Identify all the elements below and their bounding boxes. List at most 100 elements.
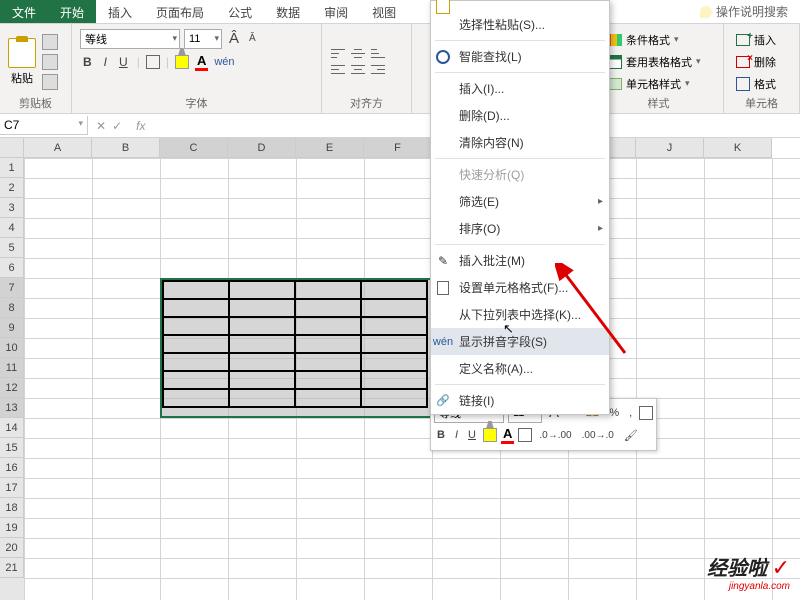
ctx-phonetic[interactable]: wén显示拼音字段(S) — [431, 328, 609, 355]
mini-underline[interactable]: U — [465, 427, 479, 443]
tab-layout[interactable]: 页面布局 — [144, 0, 216, 23]
mini-border-button[interactable] — [639, 406, 653, 420]
fill-color-button[interactable] — [175, 55, 189, 69]
tab-home[interactable]: 开始 — [48, 0, 96, 23]
row-header-17[interactable]: 17 — [0, 478, 24, 498]
border-button[interactable] — [146, 55, 160, 69]
row-header-4[interactable]: 4 — [0, 218, 24, 238]
align-center-icon[interactable] — [350, 63, 366, 77]
ctx-paste-special[interactable]: 选择性粘贴(S)... — [431, 11, 609, 38]
row-header-1[interactable]: 1 — [0, 158, 24, 178]
font-size-combo[interactable]: 11 — [184, 29, 222, 49]
row-header-12[interactable]: 12 — [0, 378, 24, 398]
ctx-sort[interactable]: 排序(O) — [431, 215, 609, 242]
row-header-19[interactable]: 19 — [0, 518, 24, 538]
tab-review[interactable]: 审阅 — [312, 0, 360, 23]
cell-styles-button[interactable]: 单元格样式 ▾ — [602, 75, 705, 93]
row-header-18[interactable]: 18 — [0, 498, 24, 518]
shrink-font-button[interactable]: Ǎ — [246, 31, 259, 46]
ctx-format-cells[interactable]: 设置单元格格式(F)... — [431, 274, 609, 301]
row-header-7[interactable]: 7 — [0, 278, 24, 298]
tab-view[interactable]: 视图 — [360, 0, 408, 23]
row-header-14[interactable]: 14 — [0, 418, 24, 438]
align-right-icon[interactable] — [370, 63, 386, 77]
col-header-D[interactable]: D — [228, 138, 296, 158]
row-header-3[interactable]: 3 — [0, 198, 24, 218]
row-header-20[interactable]: 20 — [0, 538, 24, 558]
group-styles-label: 样式 — [602, 95, 715, 111]
formula-bar: C7 ✕ ✓ fx — [0, 114, 800, 138]
mini-format-painter[interactable]: 🖌 — [621, 427, 641, 444]
row-header-16[interactable]: 16 — [0, 458, 24, 478]
ctx-smart-lookup[interactable]: 智能查找(L) — [431, 43, 609, 70]
mini-font-color[interactable]: A — [501, 426, 514, 444]
ctx-dropdown-list[interactable]: 从下拉列表中选择(K)... — [431, 301, 609, 328]
ctx-insert-comment[interactable]: ✎插入批注(M) — [431, 247, 609, 274]
select-all-corner[interactable] — [0, 138, 24, 158]
font-name-combo[interactable]: 等线 — [80, 29, 180, 49]
tab-insert[interactable]: 插入 — [96, 0, 144, 23]
delete-cells-button[interactable]: 删除 — [732, 53, 780, 71]
col-header-J[interactable]: J — [636, 138, 704, 158]
cells-canvas[interactable] — [24, 158, 800, 600]
align-left-icon[interactable] — [330, 63, 346, 77]
ctx-paste-icon-row[interactable] — [431, 1, 609, 11]
grow-font-button[interactable]: Â — [226, 28, 242, 49]
col-header-E[interactable]: E — [296, 138, 364, 158]
row-header-15[interactable]: 15 — [0, 438, 24, 458]
group-cells-label: 单元格 — [732, 95, 791, 111]
row-header-8[interactable]: 8 — [0, 298, 24, 318]
mini-italic[interactable]: I — [452, 427, 461, 443]
align-top-icon[interactable] — [330, 47, 346, 61]
row-header-6[interactable]: 6 — [0, 258, 24, 278]
underline-button[interactable]: U — [116, 53, 131, 71]
ctx-delete[interactable]: 删除(D)... — [431, 102, 609, 129]
tab-tellme[interactable]: 操作说明搜索 — [688, 0, 800, 23]
mini-borders[interactable] — [518, 428, 532, 442]
col-header-C[interactable]: C — [160, 138, 228, 158]
row-header-10[interactable]: 10 — [0, 338, 24, 358]
name-box[interactable]: C7 — [0, 116, 88, 135]
copy-icon[interactable] — [42, 54, 58, 70]
tab-formulas[interactable]: 公式 — [216, 0, 264, 23]
enter-button[interactable]: ✓ — [112, 119, 122, 133]
mini-comma-button[interactable]: , — [626, 405, 635, 421]
bold-button[interactable]: B — [80, 53, 95, 71]
col-header-B[interactable]: B — [92, 138, 160, 158]
mini-bold[interactable]: B — [434, 427, 448, 443]
format-painter-icon[interactable] — [42, 74, 58, 90]
phonetic-guide-icon[interactable]: wén — [214, 56, 234, 68]
row-header-9[interactable]: 9 — [0, 318, 24, 338]
mini-dec-decimal[interactable]: .00→.0 — [579, 428, 617, 443]
cut-icon[interactable] — [42, 34, 58, 50]
insert-cells-button[interactable]: 插入 — [732, 31, 780, 49]
col-header-F[interactable]: F — [364, 138, 432, 158]
ctx-link[interactable]: 链接(I) — [431, 387, 609, 414]
fx-icon[interactable]: fx — [130, 119, 151, 133]
mini-fill-color[interactable] — [483, 428, 497, 442]
mini-inc-decimal[interactable]: .0→.00 — [536, 428, 574, 443]
col-header-K[interactable]: K — [704, 138, 772, 158]
format-as-table-button[interactable]: 套用表格格式 ▾ — [602, 53, 705, 71]
conditional-formatting-button[interactable]: 条件格式 ▾ — [602, 31, 705, 49]
ctx-clear[interactable]: 清除内容(N) — [431, 129, 609, 156]
paste-button[interactable]: 粘贴 — [8, 38, 36, 86]
ctx-filter[interactable]: 筛选(E) — [431, 188, 609, 215]
cancel-button[interactable]: ✕ — [96, 119, 106, 133]
format-cells-button[interactable]: 格式 — [732, 75, 780, 93]
row-header-2[interactable]: 2 — [0, 178, 24, 198]
tab-file[interactable]: 文件 — [0, 0, 48, 23]
row-header-11[interactable]: 11 — [0, 358, 24, 378]
tab-data[interactable]: 数据 — [264, 0, 312, 23]
col-header-A[interactable]: A — [24, 138, 92, 158]
align-bottom-icon[interactable] — [370, 47, 386, 61]
row-header-13[interactable]: 13 — [0, 398, 24, 418]
align-middle-icon[interactable] — [350, 47, 366, 61]
italic-button[interactable]: I — [101, 53, 110, 71]
ctx-define-name[interactable]: 定义名称(A)... — [431, 355, 609, 382]
row-header-21[interactable]: 21 — [0, 558, 24, 578]
row-header-5[interactable]: 5 — [0, 238, 24, 258]
font-color-button[interactable]: A — [195, 53, 208, 71]
ctx-insert[interactable]: 插入(I)... — [431, 75, 609, 102]
ribbon: 粘贴 剪贴板 等线 11 Â Ǎ B I U | | — [0, 24, 800, 114]
